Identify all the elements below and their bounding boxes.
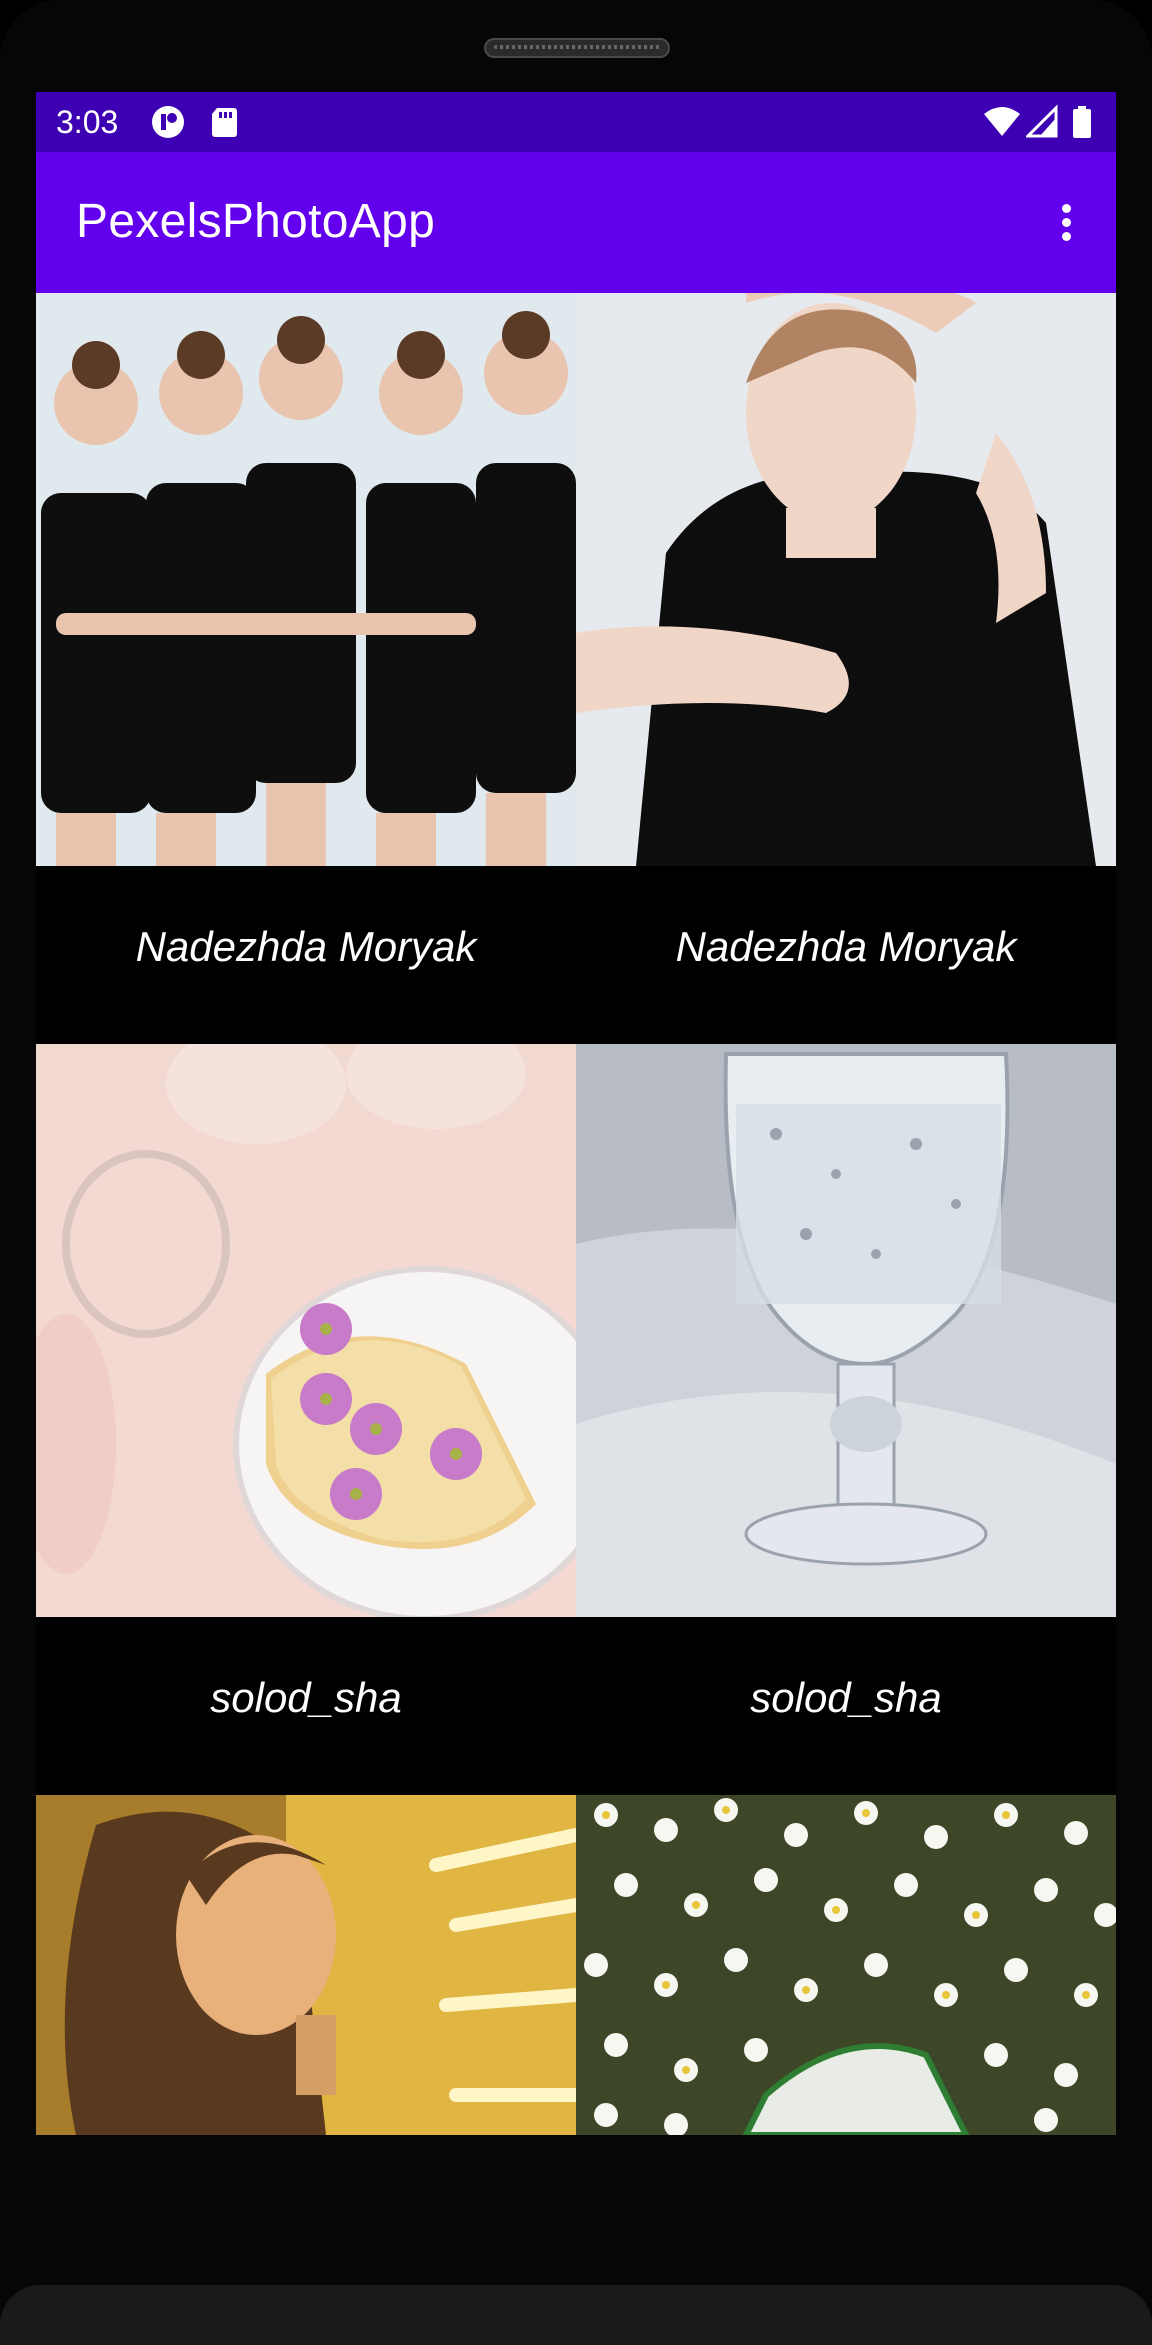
photo-card[interactable]: Nadezhda Moryak: [36, 293, 576, 1044]
phone-frame: 3:03 PexelsPhotoApp Nadezhda Moryak Nade…: [0, 0, 1152, 2345]
photo-image[interactable]: [576, 293, 1116, 866]
photo-image[interactable]: [36, 293, 576, 866]
photo-image[interactable]: [36, 1044, 576, 1617]
app-title: PexelsPhotoApp: [76, 195, 436, 248]
media-icon: [152, 106, 184, 138]
photo-author: solod_sha: [750, 1674, 942, 1721]
photo-card[interactable]: Nadezhda Moryak: [576, 293, 1116, 1044]
status-bar: 3:03: [36, 92, 1116, 152]
photo-image[interactable]: [576, 1044, 1116, 1617]
wifi-icon: [984, 107, 1020, 136]
photo-image[interactable]: [36, 1795, 576, 2135]
battery-icon: [1073, 106, 1091, 138]
device-bottom-bezel: [0, 2285, 1152, 2345]
photo-card[interactable]: solod_sha: [576, 1044, 1116, 1795]
photo-author: solod_sha: [210, 1674, 402, 1721]
photo-card[interactable]: solod_sha: [36, 1044, 576, 1795]
photo-card[interactable]: [36, 1795, 576, 2135]
signal-icon: [1026, 104, 1058, 138]
sd-card-icon: [212, 108, 237, 137]
status-time: 3:03: [56, 104, 119, 140]
speaker-grille: [484, 38, 670, 58]
photo-card[interactable]: [576, 1795, 1116, 2135]
overflow-menu-icon[interactable]: [1042, 198, 1090, 246]
screen: 3:03 PexelsPhotoApp Nadezhda Moryak Nade…: [36, 92, 1116, 2135]
photo-author: Nadezhda Moryak: [135, 923, 477, 970]
app-bar: PexelsPhotoApp: [36, 152, 1116, 293]
photo-author: Nadezhda Moryak: [675, 923, 1017, 970]
photo-image[interactable]: [576, 1795, 1116, 2135]
